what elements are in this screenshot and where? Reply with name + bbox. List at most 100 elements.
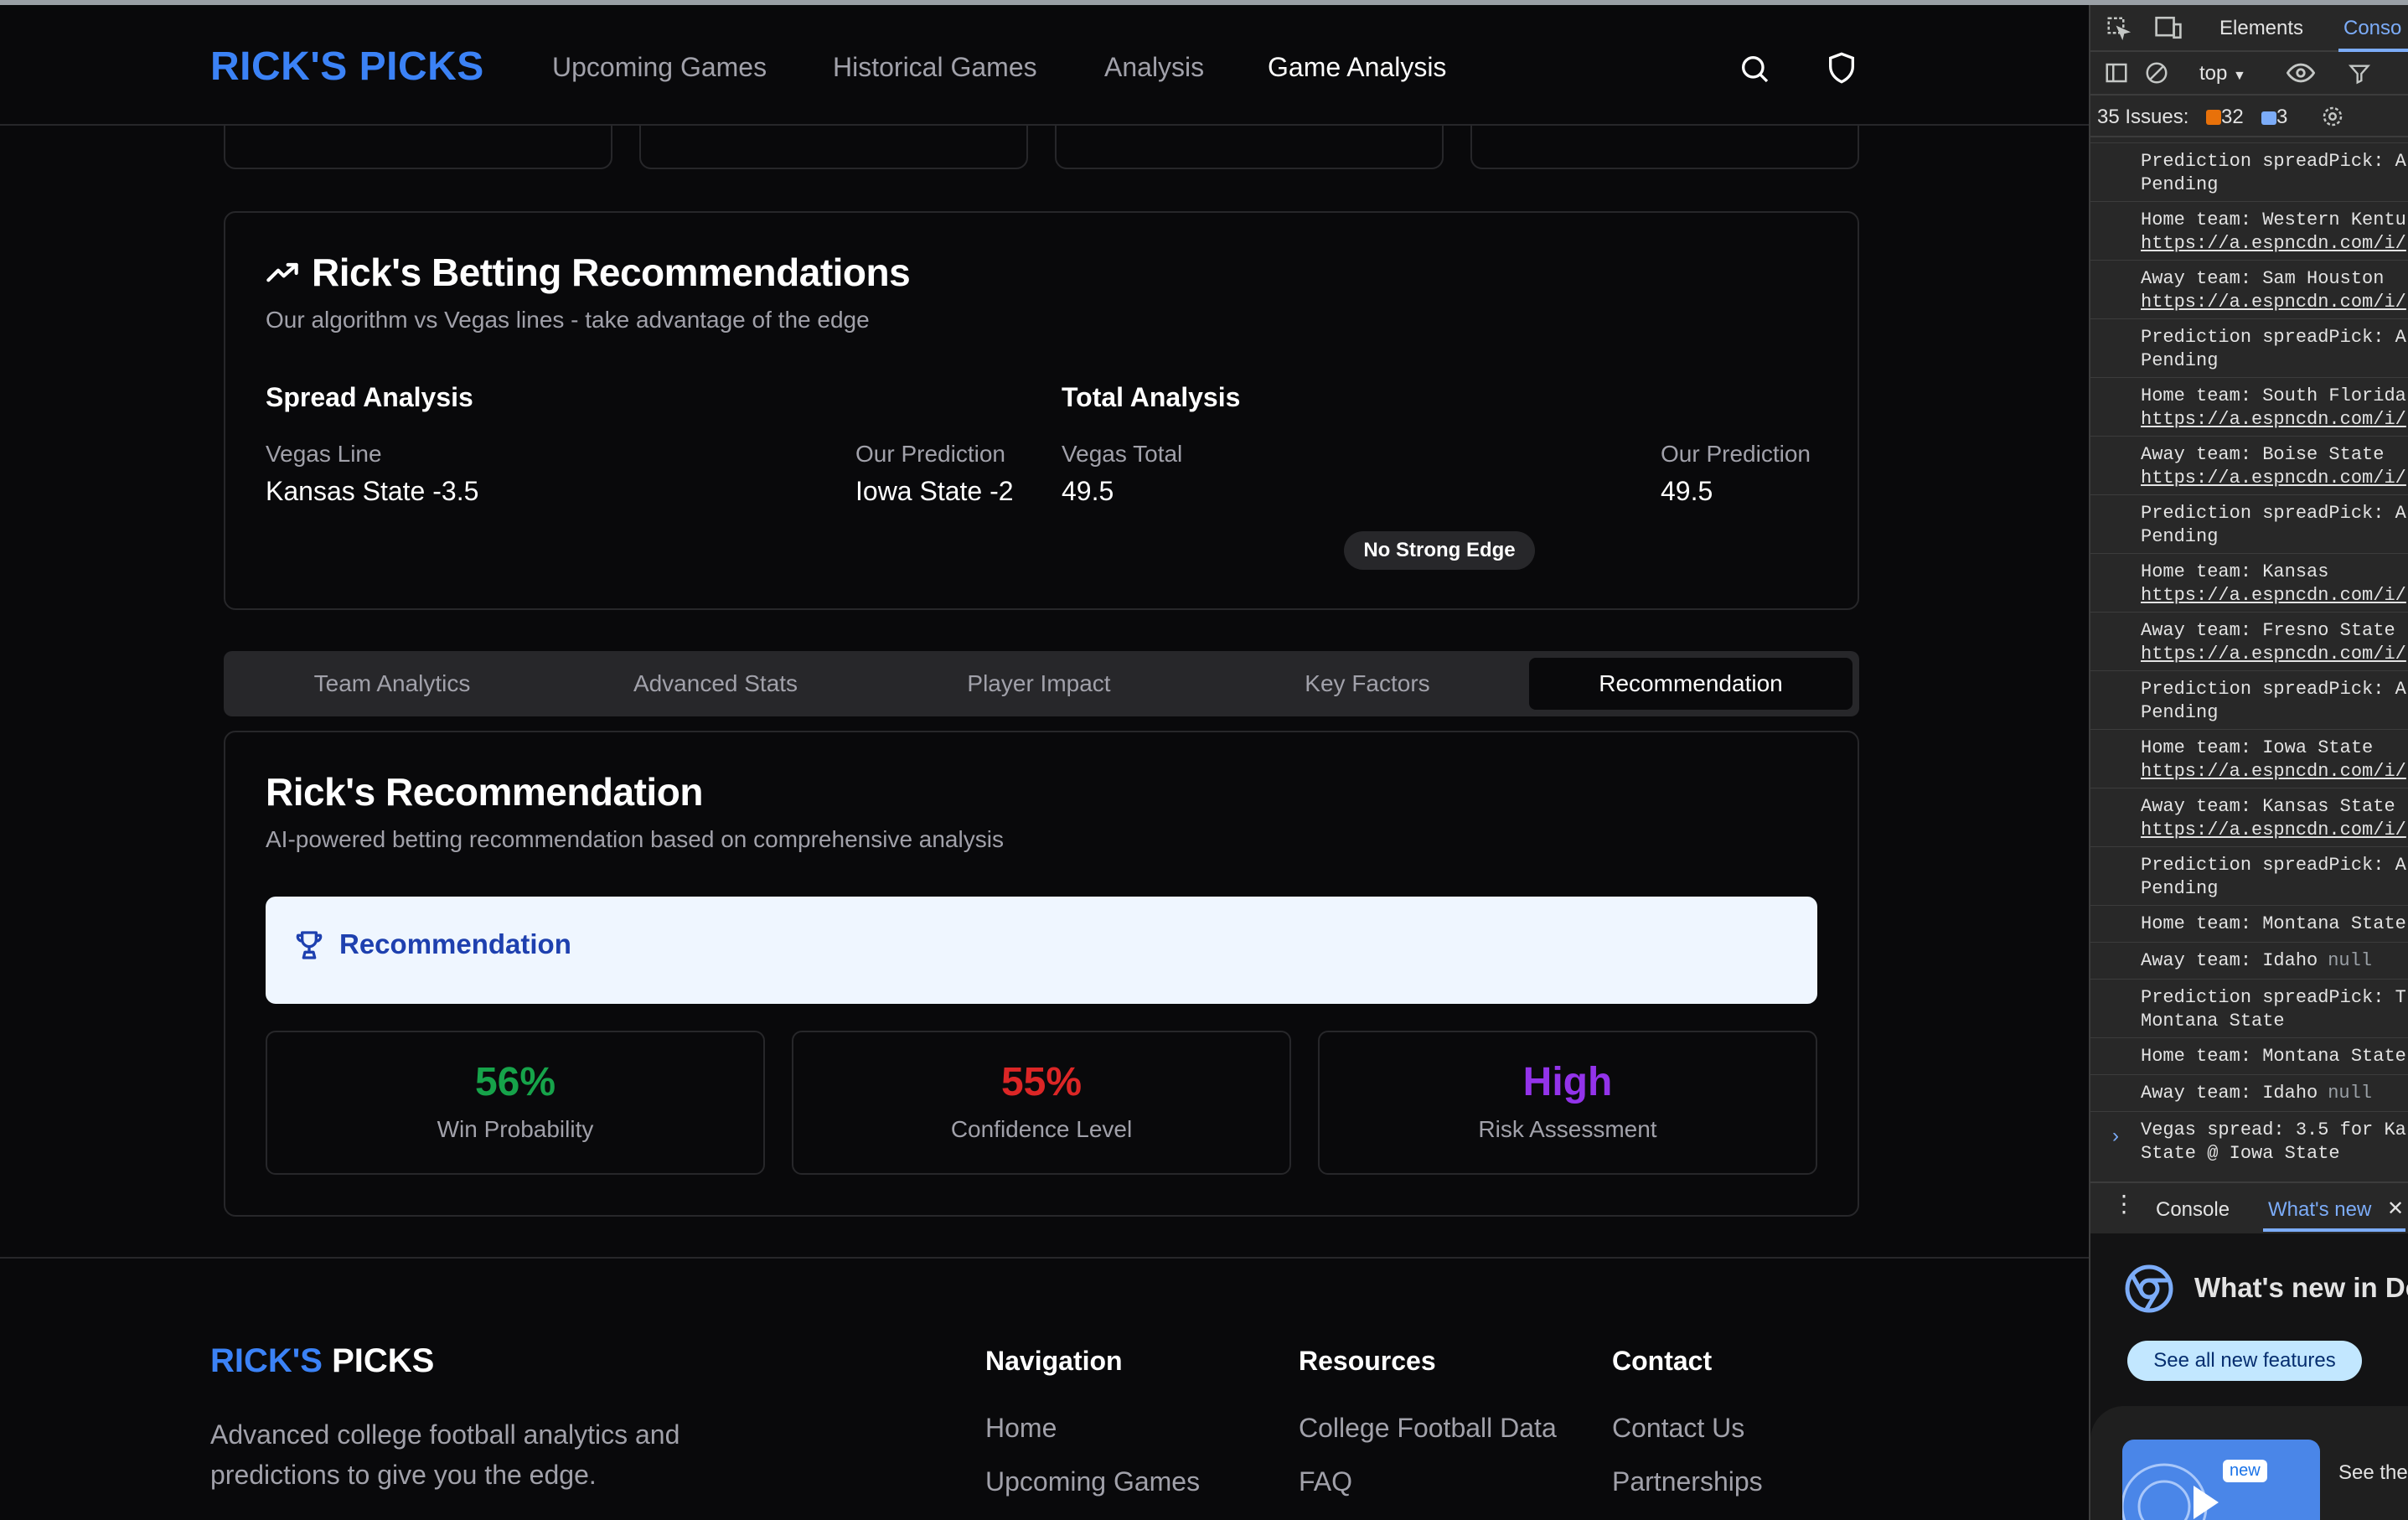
nav-analysis[interactable]: Analysis [1104, 52, 1204, 83]
footer-link-home[interactable]: Home [985, 1413, 1057, 1444]
footer-logo-a: RICK'S [210, 1342, 323, 1379]
log-link[interactable]: https://a.espncdn.com/i/ [2141, 467, 2406, 489]
risk-assessment-stat: High Risk Assessment [1318, 1031, 1817, 1175]
issues-label[interactable]: 35 Issues: [2097, 106, 2188, 129]
new-badge: new [2223, 1460, 2267, 1482]
footer-contact-heading: Contact [1612, 1346, 1713, 1376]
clear-console-icon[interactable] [2144, 60, 2169, 90]
log-text: Prediction spreadPick: A [2141, 151, 2406, 172]
log-text: Prediction spreadPick: T [2141, 987, 2406, 1008]
drawer-tab-console[interactable]: Console [2156, 1198, 2230, 1222]
log-text: Away team: Fresno State [2141, 620, 2395, 641]
log-text: Away team: Sam Houston [2141, 268, 2385, 289]
devtools-tab-console[interactable]: Conso [2343, 17, 2401, 40]
log-text: Away team: Idaho [2141, 950, 2318, 971]
shield-icon[interactable] [1825, 50, 1858, 90]
tab-recommendation[interactable]: Recommendation [1529, 658, 1853, 710]
log-null-wrap: null [2328, 949, 2372, 972]
log-text-2: Pending [2141, 350, 2219, 371]
chrome-logo-icon [2122, 1262, 2176, 1320]
drawer-active-indicator [2263, 1228, 2405, 1232]
log-text-2: Pending [2141, 174, 2219, 195]
video-play-icon [2121, 1463, 2219, 1520]
log-link[interactable]: https://a.espncdn.com/i/ [2141, 408, 2406, 431]
total-heading: Total Analysis [1062, 382, 1241, 412]
log-text: Home team: Iowa State [2141, 737, 2374, 758]
log-link[interactable]: https://a.espncdn.com/i/ [2141, 584, 2406, 607]
whats-new-pane: What's new in De See all new features ne… [2090, 1233, 2408, 1520]
site-logo[interactable]: RICK'S PICKS [210, 44, 484, 90]
info-icon [2261, 111, 2276, 125]
confidence-level-value: 55% [1000, 1060, 1083, 1104]
log-link[interactable]: https://a.espncdn.com/i/ [2141, 291, 2406, 313]
context-selector[interactable]: top ▼ [2199, 62, 2246, 85]
dropdown-caret-icon: ▼ [2233, 69, 2246, 83]
issues-info-count-value: 3 [2276, 106, 2288, 128]
console-log-entry: Away team: Fresno State https://a.espncdn… [2090, 612, 2408, 670]
see-all-features-button[interactable]: See all new features [2127, 1341, 2362, 1381]
footer-navigation-heading: Navigation [985, 1346, 1123, 1376]
device-toolbar-icon[interactable] [2154, 15, 2183, 44]
app-root: RICK'S PICKS Upcoming Games Historical G… [0, 0, 2408, 1520]
see-the-link[interactable]: See the [2338, 1461, 2408, 1485]
recommendation-title: Rick's Recommendation [266, 770, 703, 814]
log-text: Prediction spreadPick: A [2141, 327, 2406, 348]
trophy-icon [292, 928, 326, 966]
risk-assessment-value: High [1522, 1060, 1613, 1104]
sidebar-toggle-icon[interactable] [2104, 60, 2129, 90]
issues-warning-count[interactable]: 32 [2206, 106, 2244, 129]
console-log-entry: Home team: South Florida https://a.espncd… [2090, 377, 2408, 436]
spread-vegas-label: Vegas Line [266, 441, 382, 467]
footer-link-contact-us[interactable]: Contact Us [1612, 1413, 1744, 1444]
log-text: Home team: Western Kentu [2141, 209, 2406, 230]
eye-icon[interactable] [2286, 62, 2316, 88]
drawer-tab-whats-new[interactable]: What's new [2268, 1198, 2371, 1222]
recommendation-box: Recommendation [266, 897, 1817, 1004]
drawer-menu-icon[interactable]: ⋮ [2112, 1190, 2136, 1218]
tab-team-analytics[interactable]: Team Analytics [230, 658, 554, 710]
footer-link-partnerships[interactable]: Partnerships [1612, 1466, 1763, 1497]
settings-gear-icon[interactable] [2320, 104, 2345, 133]
log-link[interactable]: https://a.espncdn.com/i/ [2141, 232, 2406, 255]
win-probability-value: 56% [474, 1060, 556, 1104]
devtools-tabbar: Elements Conso [2090, 5, 2408, 52]
feature-card: new See the [2090, 1406, 2408, 1520]
tab-player-impact[interactable]: Player Impact [877, 658, 1201, 710]
log-link[interactable]: https://a.espncdn.com/i/ [2141, 643, 2406, 665]
log-text-2: Pending [2141, 526, 2219, 547]
devtools-tab-elements[interactable]: Elements [2219, 17, 2303, 40]
search-icon[interactable] [1738, 52, 1771, 90]
tab-key-factors[interactable]: Key Factors [1206, 658, 1529, 710]
betting-title: Rick's Betting Recommendations [312, 251, 911, 294]
nav-historical-games[interactable]: Historical Games [833, 52, 1037, 83]
log-text: Away team: Idaho [2141, 1083, 2318, 1104]
warning-icon [2206, 110, 2221, 125]
risk-assessment-label: Risk Assessment [1478, 1116, 1657, 1142]
console-log-entry: Away team: Boise State https://a.espncdn.… [2090, 436, 2408, 494]
total-vegas-label: Vegas Total [1062, 441, 1183, 467]
log-text: Prediction spreadPick: A [2141, 855, 2406, 876]
nav-game-analysis[interactable]: Game Analysis [1268, 52, 1446, 83]
console-log-entry: Prediction spreadPick: A Pending [2090, 494, 2408, 553]
log-text: Home team: Montana State [2141, 1046, 2406, 1067]
feature-thumbnail[interactable] [2121, 1440, 2320, 1520]
footer-link-upcoming-games[interactable]: Upcoming Games [985, 1466, 1200, 1497]
console-log-entry: Prediction spreadPick: A Pending [2090, 142, 2408, 201]
log-link[interactable]: https://a.espncdn.com/i/ [2141, 819, 2406, 841]
footer-logo[interactable]: RICK'S PICKS [210, 1342, 434, 1380]
confidence-level-label: Confidence Level [950, 1116, 1133, 1142]
betting-subtitle: Our algorithm vs Vegas lines - take adva… [266, 307, 870, 333]
footer-link-college-football-data[interactable]: College Football Data [1299, 1413, 1557, 1444]
footer-link-faq[interactable]: FAQ [1299, 1466, 1352, 1497]
issues-info-count[interactable]: 3 [2261, 106, 2287, 129]
filter-icon[interactable] [2347, 62, 2372, 90]
total-prediction-value: 49.5 [1661, 476, 1713, 506]
whats-new-title: What's new in De [2194, 1272, 2408, 1303]
console-prompt-chevron-icon[interactable]: › [2112, 1124, 2119, 1148]
tab-advanced-stats[interactable]: Advanced Stats [554, 658, 877, 710]
log-link[interactable]: https://a.espncdn.com/i/ [2141, 760, 2406, 783]
log-text: Prediction spreadPick: A [2141, 503, 2406, 524]
inspect-element-icon[interactable] [2106, 15, 2132, 44]
nav-upcoming-games[interactable]: Upcoming Games [552, 52, 767, 83]
close-icon[interactable]: ✕ [2387, 1197, 2404, 1221]
